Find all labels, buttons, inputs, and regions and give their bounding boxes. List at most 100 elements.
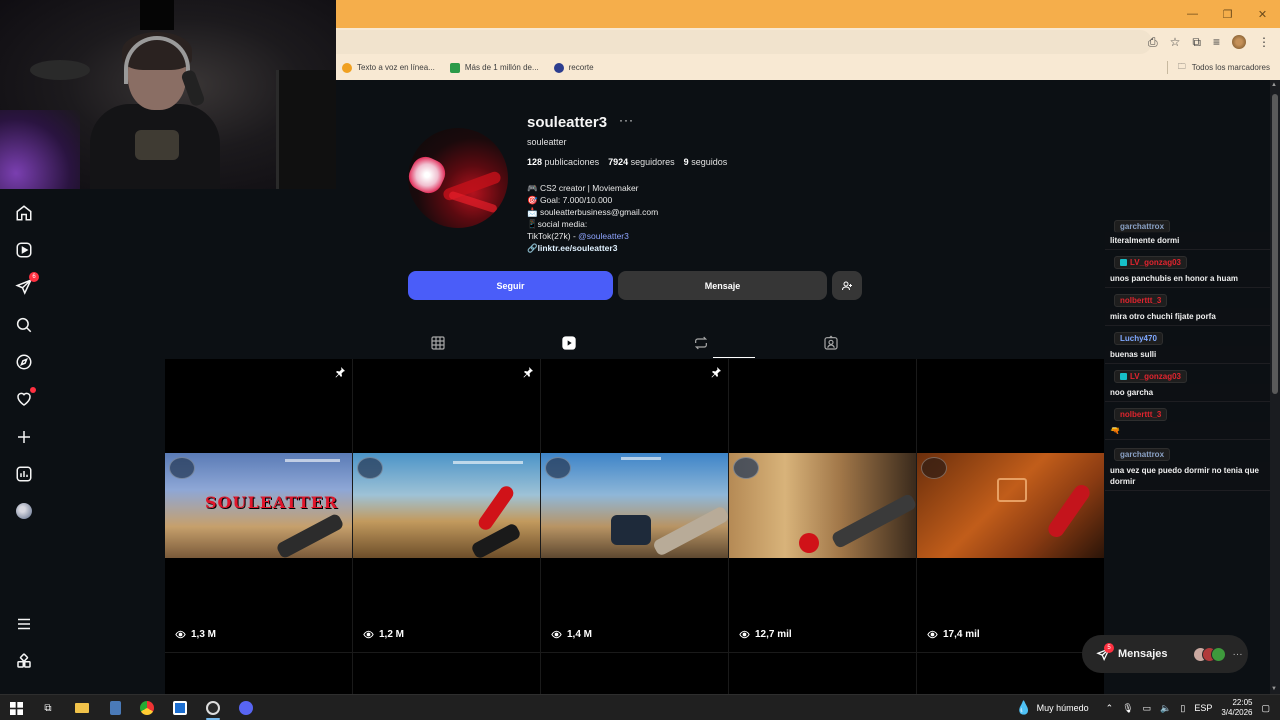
bookmark-favicon-icon xyxy=(342,62,352,73)
profile-picture[interactable] xyxy=(408,128,508,228)
scrollbar-thumb[interactable] xyxy=(1272,94,1278,394)
chat-username: garchattrox xyxy=(1114,448,1171,461)
language-indicator[interactable]: ESP xyxy=(1194,703,1212,713)
profile-avatar-icon[interactable] xyxy=(1232,34,1246,49)
message-button[interactable]: Mensaje xyxy=(618,271,827,300)
bookmark-item[interactable]: recorte xyxy=(553,62,594,73)
profile-username: souleatter3 xyxy=(527,114,608,131)
tiktok-mention-link[interactable]: @souleatter3 xyxy=(578,231,629,241)
browser-menu-icon[interactable]: ⋮ xyxy=(1258,36,1270,48)
file-explorer-icon[interactable] xyxy=(74,700,90,716)
create-icon[interactable] xyxy=(13,426,35,448)
reels-icon xyxy=(562,336,576,350)
restore-icon[interactable]: ❐ xyxy=(1210,0,1245,28)
search-icon[interactable] xyxy=(13,314,35,336)
all-bookmarks[interactable]: 🗀 Todos los marcadores xyxy=(1178,55,1270,80)
bio-line: 📩 souleatterbusiness@gmail.com xyxy=(527,207,659,217)
bookmark-favicon-icon xyxy=(553,62,564,73)
bookmarks-bar: Texto a voz en línea... Más de 1 millón … xyxy=(336,55,1280,80)
heart-icon[interactable] xyxy=(13,387,36,410)
add-person-icon xyxy=(842,281,852,290)
browser-titlebar: — ❐ ✕ xyxy=(336,0,1280,28)
reel-view-count: 1,3 M xyxy=(175,629,216,640)
messages-label: Mensajes xyxy=(1118,648,1168,660)
more-options-icon[interactable]: ··· xyxy=(619,113,634,127)
more-icon: ··· xyxy=(1232,648,1243,660)
also-from-meta-icon[interactable] xyxy=(13,650,35,672)
battery-icon[interactable]: ▯ xyxy=(1180,703,1185,714)
page-scrollbar[interactable]: ▲ ▼ xyxy=(1270,80,1280,694)
tab-reels[interactable] xyxy=(561,335,577,351)
profile-nav-item[interactable] xyxy=(13,500,35,522)
tray-chevron-icon[interactable]: ⌃ xyxy=(1106,703,1114,714)
reel-tile[interactable]: 1,2 M xyxy=(353,359,540,652)
reel-views-label: 12,7 mil xyxy=(755,629,792,640)
reel-tile[interactable]: 17,4 mil xyxy=(917,359,1104,652)
profile-bio: 🎮 CS2 creator | Moviemaker 🎯 Goal: 7.000… xyxy=(527,182,658,254)
followers-stat[interactable]: 7924 seguidores xyxy=(608,157,675,167)
tab-tagged[interactable] xyxy=(823,335,839,351)
bookmark-star-icon[interactable]: ☆ xyxy=(1170,36,1181,48)
weather-widget[interactable]: 💧 Muy húmedo xyxy=(1015,700,1088,716)
eye-icon xyxy=(739,630,750,639)
bookmark-item[interactable]: Más de 1 millón de... xyxy=(449,62,539,73)
home-icon[interactable] xyxy=(13,202,35,224)
obs-icon[interactable] xyxy=(205,700,221,716)
reel-tile[interactable]: 12,7 mil xyxy=(729,359,916,652)
tab-reposts[interactable] xyxy=(693,335,709,351)
chat-message: literalmente dormi xyxy=(1105,232,1280,250)
follow-button[interactable]: Seguir xyxy=(408,271,613,300)
messages-dock[interactable]: 5 Mensajes ··· xyxy=(1082,635,1248,673)
bookmark-item[interactable]: Texto a voz en línea... xyxy=(342,62,435,73)
speaker-icon[interactable]: 🔈 xyxy=(1160,703,1171,714)
external-link[interactable]: 🔗linktr.ee/souleatter3 xyxy=(527,242,658,254)
pin-icon xyxy=(710,365,722,378)
chat-username: nolberttt_3 xyxy=(1114,294,1168,307)
reading-list-icon[interactable]: ≡ xyxy=(1213,36,1220,48)
task-view-icon[interactable]: ⧉ xyxy=(40,700,56,716)
chat-username: LV_gonzag03 xyxy=(1114,256,1187,269)
install-app-icon[interactable]: ⎙ xyxy=(1148,36,1158,48)
tab-posts[interactable] xyxy=(430,335,446,351)
reel-overlay-text: SOULEATTER xyxy=(205,493,339,512)
bio-line: 🎮 CS2 creator | Moviemaker xyxy=(527,183,639,193)
discord-icon[interactable] xyxy=(238,700,254,716)
chat-message: unos panchubis en honor a huam xyxy=(1105,270,1280,288)
profile-stats: 128 publicaciones 7924 seguidores 9 segu… xyxy=(527,157,727,167)
reel-views-label: 1,4 M xyxy=(567,629,593,640)
dashboard-icon[interactable] xyxy=(13,463,35,485)
explore-icon[interactable] xyxy=(13,351,35,373)
chrome-icon[interactable] xyxy=(139,700,155,716)
chat-message: mira otro chuchi fijate porfa xyxy=(1105,308,1280,326)
suggest-users-button[interactable] xyxy=(832,271,862,300)
avatar xyxy=(1210,646,1226,662)
network-icon[interactable]: ▭ xyxy=(1143,703,1152,714)
mic-icon[interactable]: 🎙 xyxy=(1122,703,1133,714)
windows-start-icon[interactable] xyxy=(8,700,24,716)
calculator-icon[interactable] xyxy=(107,700,123,716)
badge-icon xyxy=(1120,259,1127,266)
bio-tiktok-line: TikTok(27k) - @souleatter3 xyxy=(527,231,629,241)
reel-tile[interactable]: 1,4 M xyxy=(541,359,728,652)
pin-icon xyxy=(522,365,534,378)
reel-views-label: 17,4 mil xyxy=(943,629,980,640)
close-icon[interactable]: ✕ xyxy=(1245,0,1280,28)
reels-icon[interactable] xyxy=(13,239,35,261)
app-icon[interactable] xyxy=(172,700,188,716)
chat-username: LV_gonzag03 xyxy=(1114,370,1187,383)
minimize-icon[interactable]: — xyxy=(1175,0,1210,28)
address-bar[interactable] xyxy=(336,30,1152,54)
reel-tile[interactable]: SOULEATTER 1,3 M xyxy=(165,359,352,652)
link-icon: 🔗 xyxy=(527,243,538,253)
posts-stat[interactable]: 128 publicaciones xyxy=(527,157,599,167)
reel-view-count: 1,4 M xyxy=(551,629,592,640)
chat-message: una vez que puedo dormir no tenia que do… xyxy=(1105,462,1280,491)
chat-message: noo garcha xyxy=(1105,384,1280,402)
notifications-icon[interactable]: ▢ xyxy=(1261,703,1270,714)
following-stat[interactable]: 9 seguidos xyxy=(684,157,728,167)
menu-icon[interactable] xyxy=(13,613,35,635)
clock[interactable]: 22:05 3/4/2026 xyxy=(1221,698,1252,718)
messages-icon[interactable]: 6 xyxy=(13,272,39,298)
bookmark-label: Texto a voz en línea... xyxy=(357,63,435,72)
extensions-icon[interactable]: ⧉ xyxy=(1192,36,1201,48)
